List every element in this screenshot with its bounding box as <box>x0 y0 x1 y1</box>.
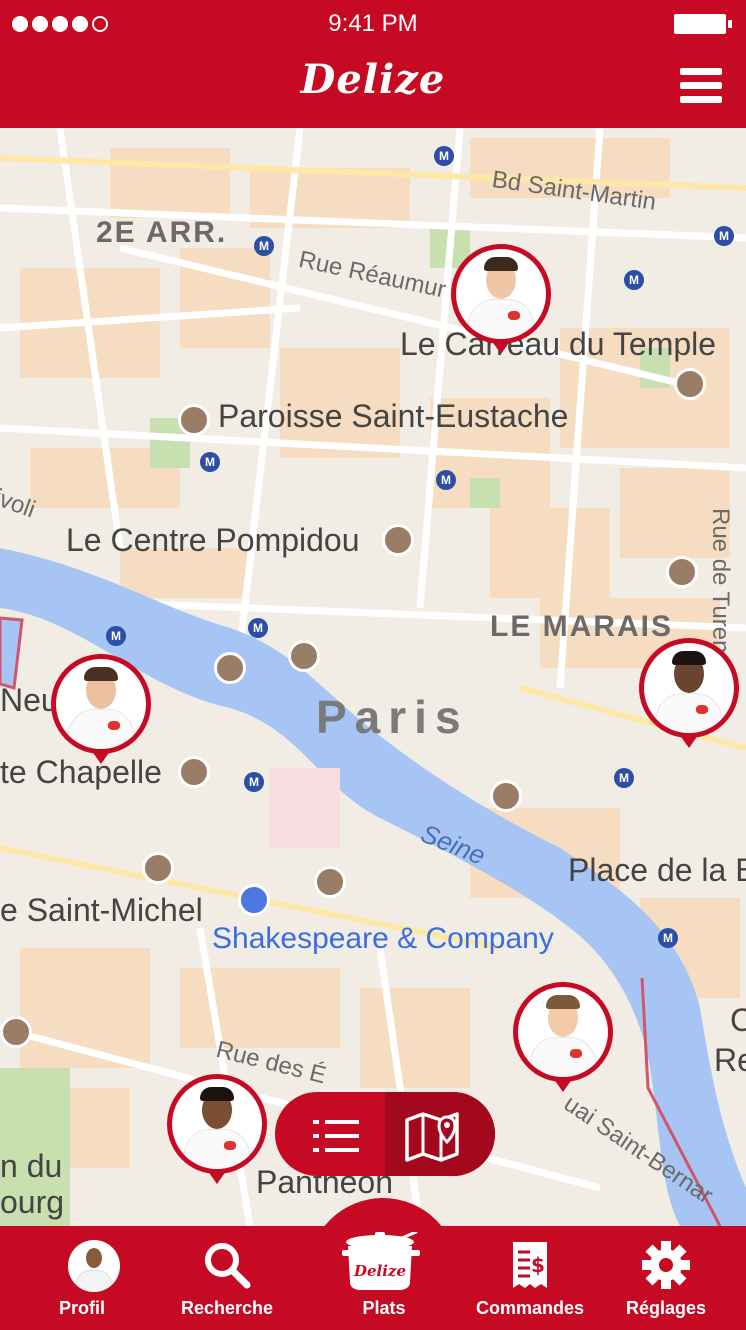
museum-icon <box>666 556 698 588</box>
map-label: Shakespeare & Company <box>212 922 554 955</box>
monument-icon <box>142 852 174 884</box>
list-icon <box>313 1116 361 1156</box>
metro-icon: M <box>434 146 454 166</box>
church-icon <box>314 866 346 898</box>
cooking-pot-icon: Delize <box>342 1232 420 1290</box>
battery-icon <box>674 14 732 34</box>
gear-icon <box>642 1241 690 1289</box>
cook-pin[interactable] <box>513 982 613 1102</box>
map-label: n du <box>0 1148 63 1184</box>
cook-pin[interactable] <box>51 654 151 774</box>
monument-icon <box>490 780 522 812</box>
landmark-icon <box>674 368 706 400</box>
map-view[interactable]: M M M M M M M M M M M 2E ARR. Bd Saint-M… <box>0 128 746 1226</box>
monument-icon <box>288 640 320 672</box>
pot-brand-text: Delize <box>353 1262 406 1280</box>
cook-photo <box>644 643 734 733</box>
tab-label: Commandes <box>475 1298 585 1318</box>
map-label: Le Carreau du Temple <box>400 326 717 362</box>
cook-photo <box>172 1079 262 1169</box>
map-icon <box>405 1112 459 1162</box>
metro-icon: M <box>658 928 678 948</box>
metro-icon: M <box>436 470 456 490</box>
map-label: Re <box>714 1042 746 1078</box>
cook-pin[interactable] <box>639 638 739 758</box>
tab-reglages[interactable]: Réglages <box>596 1226 736 1330</box>
metro-icon: M <box>614 768 634 788</box>
metro-icon: M <box>624 270 644 290</box>
map-label: ourg <box>0 1184 65 1220</box>
cook-photo <box>456 249 546 339</box>
map-label: Paroisse Saint-Eustache <box>218 398 569 434</box>
map-label: Place de la B <box>568 852 746 888</box>
status-bar: 9:41 PM <box>0 0 746 50</box>
cook-pin[interactable] <box>451 244 551 364</box>
church-icon <box>178 756 210 788</box>
app-header: 9:41 PM Delize <box>0 0 746 128</box>
svg-text:$: $ <box>531 1253 545 1277</box>
metro-icon: M <box>244 772 264 792</box>
tab-label: Profil <box>58 1298 105 1318</box>
cook-photo <box>56 659 146 749</box>
status-time: 9:41 PM <box>328 10 418 37</box>
tab-label: Plats <box>362 1298 406 1318</box>
metro-icon: M <box>714 226 734 246</box>
shop-icon <box>214 652 246 684</box>
tab-label: Réglages <box>625 1298 707 1318</box>
map-view-button[interactable] <box>385 1092 495 1176</box>
hamburger-menu-icon[interactable] <box>680 68 722 104</box>
metro-icon: M <box>106 626 126 646</box>
shop-icon <box>0 1016 32 1048</box>
map-label: 2E ARR. <box>96 216 228 249</box>
map-label: Paris <box>316 691 469 743</box>
view-toggle <box>275 1092 495 1176</box>
metro-icon: M <box>248 618 268 638</box>
tab-recherche[interactable]: Recherche <box>157 1226 297 1330</box>
metro-icon: M <box>200 452 220 472</box>
museum-icon <box>382 524 414 556</box>
map-label: C <box>730 1002 746 1038</box>
brand-logo: Delize <box>300 56 446 103</box>
tab-commandes[interactable]: $ Commandes <box>460 1226 600 1330</box>
cook-photo <box>518 987 608 1077</box>
church-icon <box>178 404 210 436</box>
avatar <box>68 1240 120 1292</box>
map-label: e Saint-Michel <box>0 892 203 928</box>
list-view-button[interactable] <box>275 1092 385 1176</box>
cook-pin[interactable] <box>167 1074 267 1194</box>
metro-icon: M <box>254 236 274 256</box>
tab-profil[interactable]: Profil <box>12 1226 152 1330</box>
search-icon <box>205 1243 251 1289</box>
receipt-icon: $ <box>513 1242 547 1288</box>
tab-label: Recherche <box>180 1298 274 1318</box>
map-label: Le Centre Pompidou <box>66 522 360 558</box>
bookstore-icon <box>238 884 270 916</box>
